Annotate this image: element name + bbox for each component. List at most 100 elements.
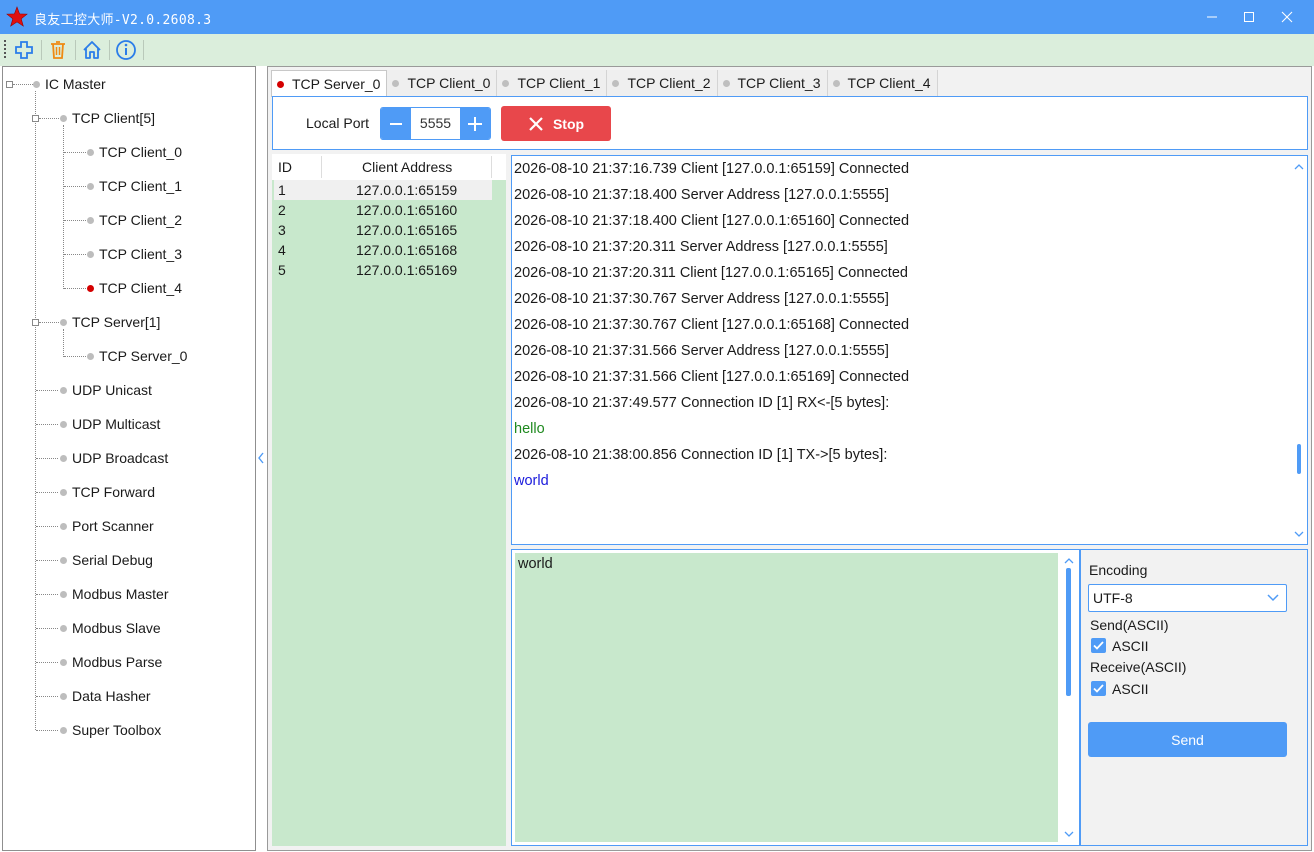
table-row[interactable]: 1 127.0.0.1:65159 [274,180,492,200]
port-bar: Local Port 5555 Stop [272,96,1308,150]
port-input[interactable]: 5555 [411,108,460,139]
column-header-address[interactable]: Client Address [362,159,452,175]
active-dot-icon [277,80,284,88]
tree-item-udp-unicast[interactable]: UDP Unicast [72,379,152,401]
tree-item-tcp-server-group[interactable]: TCP Server[1] [72,311,160,333]
send-settings-panel: Encoding UTF-8 Send(ASCII) ASCII Receive… [1080,549,1308,846]
tree-item-tcp-server-0[interactable]: TCP Server_0 [99,345,187,367]
tab-tcp-client-1[interactable]: TCP Client_1 [497,70,608,96]
main-panel: TCP Server_0 TCP Client_0 TCP Client_1 T… [267,66,1312,851]
increment-button[interactable] [460,108,490,139]
node-dot-icon [87,149,94,156]
receive-ascii-checkbox[interactable] [1091,681,1106,696]
tree-line [39,322,59,323]
toolbar [0,34,1314,66]
local-port-label: Local Port [306,115,370,131]
send-mode-label: Send(ASCII) [1090,617,1169,633]
tree-item-modbus-master[interactable]: Modbus Master [72,583,168,605]
tab-label: TCP Server_0 [292,76,381,92]
column-divider[interactable] [491,156,492,178]
expand-toggle-ic-master[interactable] [6,81,13,88]
tab-tcp-client-3[interactable]: TCP Client_3 [717,70,828,96]
node-dot-icon [60,421,67,428]
tree-line [36,458,58,459]
node-dot-icon [60,625,67,632]
expand-toggle-tcp-client[interactable] [32,115,39,122]
tree-item-udp-broadcast[interactable]: UDP Broadcast [72,447,168,469]
close-icon [529,116,543,131]
tab-tcp-client-4[interactable]: TCP Client_4 [827,70,938,96]
scroll-thumb[interactable] [1297,444,1301,474]
delete-icon [51,41,65,59]
tree-item-udp-multicast[interactable]: UDP Multicast [72,413,160,435]
column-divider[interactable] [321,156,322,178]
send-textarea[interactable]: world [515,553,1058,842]
info-button[interactable] [114,38,138,62]
toolbar-separator [143,40,144,60]
tree-item-tcp-client-0[interactable]: TCP Client_0 [99,141,182,163]
toolbar-grip[interactable] [4,40,6,58]
client-id-cell: 5 [278,262,286,278]
send-button[interactable]: Send [1088,722,1287,757]
tab-label: TCP Client_0 [407,75,491,91]
send-scrollbar[interactable] [1061,550,1077,845]
chevron-up-icon [1294,164,1304,170]
node-dot-icon [87,353,94,360]
add-button[interactable] [12,38,36,62]
tree-line [64,288,86,289]
table-row[interactable]: 5 127.0.0.1:65169 [274,260,492,280]
table-row[interactable]: 3 127.0.0.1:65165 [274,220,492,240]
star-logo-icon [6,6,28,31]
tree-item-port-scanner[interactable]: Port Scanner [72,515,154,537]
tree-item-modbus-parse[interactable]: Modbus Parse [72,651,162,673]
chevron-down-icon [1064,831,1074,837]
tree-item-tcp-forward[interactable]: TCP Forward [72,481,155,503]
tab-tcp-client-0[interactable]: TCP Client_0 [387,70,498,96]
tab-label: TCP Client_3 [737,75,821,91]
receive-ascii-label[interactable]: ASCII [1112,681,1149,697]
tab-tcp-client-2[interactable]: TCP Client_2 [607,70,718,96]
tree-item-serial-debug[interactable]: Serial Debug [72,549,153,571]
close-button[interactable] [1264,0,1310,34]
node-dot-icon [60,557,67,564]
send-ascii-label[interactable]: ASCII [1112,638,1149,654]
tab-dot-icon [612,79,620,87]
stop-button[interactable]: Stop [501,106,611,141]
tree-item-super-toolbox[interactable]: Super Toolbox [72,719,161,741]
tree-item-tcp-client-4[interactable]: TCP Client_4 [99,277,182,299]
column-header-id[interactable]: ID [278,159,292,175]
tree-item-tcp-client-1[interactable]: TCP Client_1 [99,175,182,197]
log-scrollbar[interactable] [1291,156,1307,544]
table-row[interactable]: 4 127.0.0.1:65168 [274,240,492,260]
tree-item-tcp-client-3[interactable]: TCP Client_3 [99,243,182,265]
log-line: 2026-08-10 21:37:18.400 Client [127.0.0.… [514,213,910,229]
delete-button[interactable] [46,38,70,62]
check-icon [1093,641,1104,650]
encoding-select[interactable]: UTF-8 [1088,584,1287,612]
home-button[interactable] [80,38,104,62]
tab-label: TCP Client_1 [517,75,601,91]
node-dot-icon [60,659,67,666]
scroll-thumb[interactable] [1066,568,1071,696]
message-log[interactable]: 2026-08-10 21:37:16.739 Client [127.0.0.… [511,155,1308,545]
expand-toggle-tcp-server[interactable] [32,319,39,326]
minus-icon [390,122,402,125]
log-line: 2026-08-10 21:37:16.739 Client [127.0.0.… [514,161,910,177]
tab-dot-icon [502,79,510,87]
chevron-left-icon [258,452,264,464]
tree-item-data-hasher[interactable]: Data Hasher [72,685,151,707]
tree-item-ic-master[interactable]: IC Master [45,73,106,95]
table-row[interactable]: 2 127.0.0.1:65160 [274,200,492,220]
check-icon [1093,684,1104,693]
tab-tcp-server-0[interactable]: TCP Server_0 [271,70,388,97]
log-line: 2026-08-10 21:37:20.311 Server Address [… [514,239,888,255]
stop-label: Stop [552,115,585,132]
decrement-button[interactable] [381,108,411,139]
client-id-cell: 1 [278,182,286,198]
plus-icon [468,116,482,131]
collapse-panel-button[interactable] [256,451,266,468]
send-ascii-checkbox[interactable] [1091,638,1106,653]
tree-item-tcp-client-2[interactable]: TCP Client_2 [99,209,182,231]
tree-item-modbus-slave[interactable]: Modbus Slave [72,617,161,639]
tree-item-tcp-client-group[interactable]: TCP Client[5] [72,107,155,129]
